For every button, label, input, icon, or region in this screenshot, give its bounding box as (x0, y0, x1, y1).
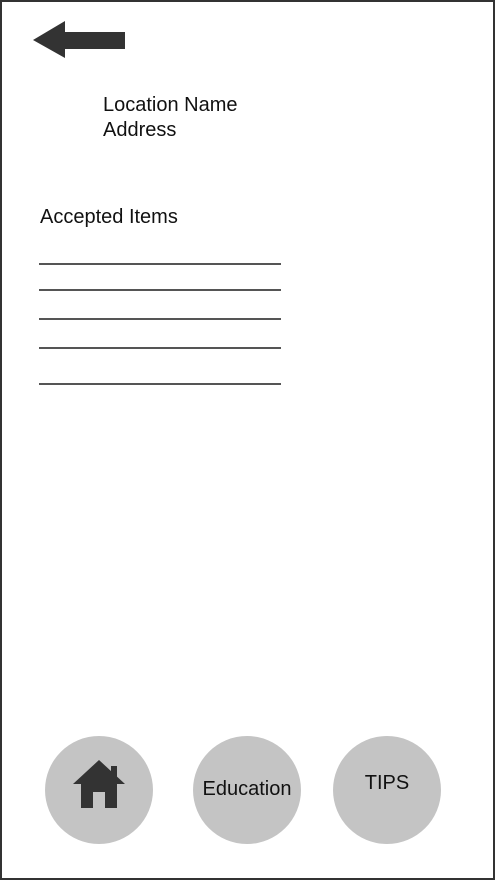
accepted-item-line (39, 383, 281, 385)
accepted-item-line (39, 263, 281, 265)
location-info: Location Name Address (103, 93, 238, 143)
accepted-items-title: Accepted Items (40, 206, 178, 228)
accepted-item-line (39, 318, 281, 320)
accepted-item-line (39, 347, 281, 349)
location-name: Location Name (103, 94, 238, 116)
accepted-item-line (39, 289, 281, 291)
education-button[interactable]: Education (193, 736, 301, 844)
back-button[interactable] (30, 18, 130, 62)
education-label: Education (202, 778, 292, 800)
location-address: Address (103, 119, 177, 141)
home-button[interactable] (45, 736, 153, 844)
tips-label: TIPS (364, 772, 410, 794)
arrow-left-icon (33, 21, 125, 58)
home-icon (71, 758, 127, 812)
tips-button[interactable]: TIPS (333, 736, 441, 844)
